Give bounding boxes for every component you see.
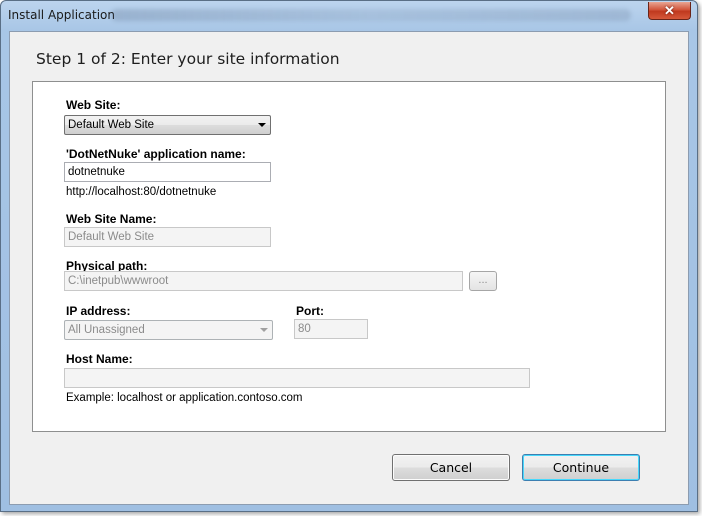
step-heading: Step 1 of 2: Enter your site information (36, 50, 340, 68)
web-site-value: Default Web Site (68, 119, 155, 131)
port-input[interactable]: 80 (294, 319, 368, 339)
title-bar[interactable]: Install Application ✕ (1, 1, 697, 31)
install-application-window: Install Application ✕ Step 1 of 2: Enter… (0, 0, 698, 512)
dialog-body: Step 1 of 2: Enter your site information… (9, 31, 689, 505)
host-name-label: Host Name: (66, 352, 133, 366)
port-label: Port: (296, 304, 324, 318)
app-name-value: dotnetnuke (68, 166, 125, 178)
site-information-panel: Web Site: Default Web Site 'DotNetNuke' … (32, 81, 666, 432)
app-name-input[interactable]: dotnetnuke (64, 162, 271, 182)
site-name-label: Web Site Name: (66, 212, 157, 226)
cancel-button[interactable]: Cancel (392, 454, 510, 481)
continue-button[interactable]: Continue (522, 454, 640, 481)
port-value: 80 (298, 323, 311, 335)
app-name-label: 'DotNetNuke' application name: (66, 147, 246, 161)
window-title: Install Application (8, 8, 115, 22)
chevron-down-icon (260, 328, 268, 332)
blurred-background-text (111, 9, 631, 21)
host-name-input[interactable] (64, 368, 530, 388)
physical-path-value: C:\inetpub\wwwroot (68, 275, 169, 287)
browse-button[interactable]: ... (469, 271, 497, 291)
ip-address-value: All Unassigned (68, 324, 145, 336)
web-site-label: Web Site: (66, 98, 121, 112)
site-name-value: Default Web Site (68, 231, 155, 243)
physical-path-input[interactable]: C:\inetpub\wwwroot (64, 271, 463, 291)
url-preview: http://localhost:80/dotnetnuke (66, 186, 217, 198)
ip-address-dropdown[interactable]: All Unassigned (64, 320, 273, 340)
chevron-down-icon (258, 123, 266, 127)
close-button[interactable]: ✕ (648, 2, 691, 20)
site-name-input[interactable]: Default Web Site (64, 227, 271, 247)
close-icon: ✕ (664, 3, 675, 18)
web-site-dropdown[interactable]: Default Web Site (64, 115, 271, 135)
host-name-example: Example: localhost or application.contos… (66, 392, 303, 404)
ip-address-label: IP address: (66, 304, 131, 318)
